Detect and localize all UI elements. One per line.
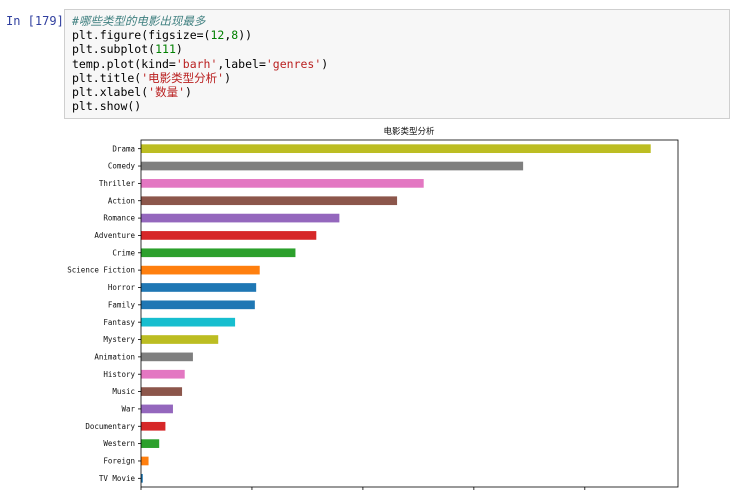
genre-bar-chart: 电影类型分析 Drama Comedy Thriller Action Romance A… <box>67 126 679 490</box>
code-line: temp.plot(kind='barh',label='genres') <box>72 57 328 71</box>
code-token: '数量' <box>148 85 186 100</box>
bar-mystery <box>141 335 219 344</box>
y-tick-label: Fantasy <box>103 318 135 327</box>
code-token: temp.plot(kind= <box>72 56 176 71</box>
bar-western <box>141 439 160 448</box>
code-token: 'barh' <box>175 56 218 71</box>
code-cell[interactable]: #哪些类型的电影出现最多 plt.figure(figsize=(12,8)) pl… <box>64 9 730 119</box>
bar-family <box>141 300 255 310</box>
code-line: plt.title('电影类型分析') <box>72 71 328 85</box>
y-tick-label: Documentary <box>85 422 135 431</box>
chart-title: 电影类型分析 <box>383 126 435 137</box>
y-tick-label: Romance <box>103 214 135 223</box>
y-tick-label: Comedy <box>108 162 136 171</box>
y-tick-label: Drama <box>112 144 135 153</box>
code-token: ) <box>175 42 183 57</box>
y-tick-label: History <box>103 370 135 379</box>
code-line: plt.show() <box>72 99 328 113</box>
y-tick-label: Adventure <box>94 231 135 240</box>
bar-music <box>141 387 183 396</box>
bar-war <box>141 404 173 414</box>
y-tick-label: Horror <box>108 283 136 292</box>
code-token: '电影类型分析' <box>141 70 225 85</box>
y-tick-label: Action <box>108 196 135 205</box>
code-token: plt.title( <box>72 70 142 85</box>
code-line: plt.xlabel('数量') <box>72 85 328 99</box>
code-token: ,label= <box>217 56 266 71</box>
y-tick-label: Foreign <box>103 457 135 466</box>
cell-prompt: In [179]: <box>6 14 72 28</box>
code-token: plt.subplot( <box>72 42 156 57</box>
y-tick-label: Thriller <box>99 179 136 188</box>
code-token: )) <box>238 28 253 43</box>
y-tick-label: Family <box>108 300 136 309</box>
code-token: ) <box>321 56 329 71</box>
y-tick-label: Science Fiction <box>67 266 135 275</box>
bar-drama <box>141 144 651 154</box>
y-tick-labels: Drama Comedy Thriller Action Romance Adventur… <box>67 144 141 483</box>
bar-fantasy <box>141 317 236 327</box>
y-tick-label: Mystery <box>103 335 135 344</box>
code-token: 'genres' <box>265 56 322 71</box>
bar-documentary <box>141 421 166 431</box>
bar-history <box>141 369 185 379</box>
y-tick-label: TV Movie <box>99 474 136 483</box>
bar-animation <box>141 352 193 362</box>
bar-romance <box>141 213 340 223</box>
y-tick-label: Crime <box>112 248 135 257</box>
code-token: plt.show() <box>72 99 142 114</box>
code-token: plt.figure(figsize=( <box>72 28 211 43</box>
code-token: #哪些类型的电影出现最多 <box>72 14 206 28</box>
code-token: 111 <box>155 42 176 57</box>
code-line: plt.figure(figsize=(12,8)) <box>72 28 328 42</box>
bar-adventure <box>141 231 317 240</box>
y-tick-label: War <box>121 405 135 414</box>
bar-thriller <box>141 179 424 188</box>
bar-action <box>141 196 398 206</box>
axes-frame <box>140 139 679 488</box>
x-ticks <box>140 487 586 490</box>
bars-group <box>141 144 651 483</box>
code-token: ) <box>224 70 232 85</box>
code-line: #哪些类型的电影出现最多 <box>72 14 328 28</box>
bar-science-fiction <box>141 265 260 275</box>
code-token: plt.xlabel( <box>72 85 149 100</box>
code-line: plt.subplot(111) <box>72 42 328 56</box>
bar-comedy <box>141 161 524 171</box>
y-tick-label: Music <box>112 387 135 396</box>
y-tick-label: Animation <box>94 352 135 361</box>
bar-horror <box>141 283 257 292</box>
code-token: 12 <box>210 28 225 43</box>
code-editor[interactable]: #哪些类型的电影出现最多 plt.figure(figsize=(12,8)) pl… <box>72 14 328 113</box>
y-tick-label: Western <box>103 439 135 448</box>
bar-crime <box>141 248 296 258</box>
bar-foreign <box>141 456 149 466</box>
code-token: ) <box>185 85 192 100</box>
